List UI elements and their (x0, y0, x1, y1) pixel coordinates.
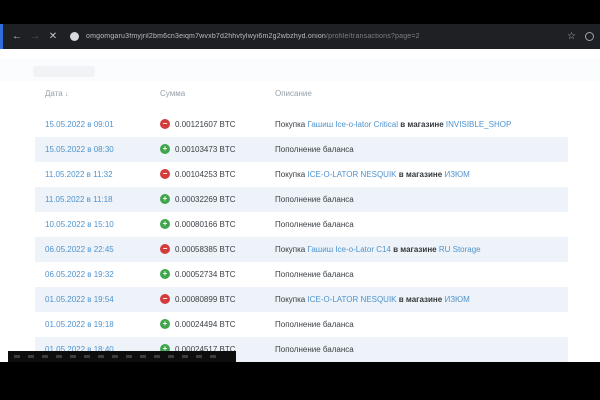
amount-value: 0.00032269 BTC (175, 195, 236, 204)
transaction-amount: + 0.00032269 BTC (160, 194, 236, 204)
date-header-label: Дата (45, 89, 63, 98)
transaction-description: Пополнение баланса (275, 195, 354, 204)
transaction-amount: − 0.00080899 BTC (160, 294, 236, 304)
product-link[interactable]: ICE-O-LATOR NESQUIK (307, 295, 396, 304)
amount-value: 0.00103473 BTC (175, 145, 236, 154)
bookmark-star-icon[interactable]: ☆ (567, 31, 576, 42)
transaction-date-link[interactable]: 01.05.2022 в 19:18 (45, 320, 114, 329)
purchase-label: Покупка (275, 295, 307, 304)
transaction-date-link[interactable]: 11.05.2022 в 11:32 (45, 170, 113, 179)
amount-value: 0.00104253 BTC (175, 170, 236, 179)
back-button[interactable]: ← (8, 24, 26, 49)
table-row: 06.05.2022 в 22:45 − 0.00058385 BTC Поку… (35, 237, 568, 262)
transactions-table-body: 15.05.2022 в 09:01 − 0.00121607 BTC Поку… (35, 112, 568, 362)
amount-value: 0.00024494 BTC (175, 320, 236, 329)
in-store-label: в магазине (397, 170, 445, 179)
product-link[interactable]: ICE-O-LATOR NESQUIK (307, 170, 396, 179)
transaction-description: Покупка Гашиш Ice-o-Lator C14 в магазине… (275, 245, 481, 254)
amount-value: 0.00058385 BTC (175, 245, 236, 254)
recording-overlay-strip (8, 351, 236, 362)
shop-link[interactable]: RU Storage (439, 245, 481, 254)
transaction-description: Пополнение баланса (275, 145, 354, 154)
table-row: 01.05.2022 в 19:54 − 0.00080899 BTC Поку… (35, 287, 568, 312)
transaction-description: Покупка ICE-O-LATOR NESQUIK в магазине И… (275, 295, 470, 304)
site-identity-icon[interactable] (70, 32, 79, 41)
plus-circle-icon: + (160, 144, 170, 154)
transaction-date-link[interactable]: 15.05.2022 в 09:01 (45, 120, 114, 129)
plus-circle-icon: + (160, 319, 170, 329)
url-path: /profile/transactions?page=2 (326, 33, 420, 40)
letterbox-bottom (0, 362, 600, 400)
shop-link[interactable]: ИЗЮМ (444, 295, 469, 304)
transaction-date-link[interactable]: 01.05.2022 в 19:54 (45, 295, 114, 304)
transaction-date-link[interactable]: 11.05.2022 в 11:18 (45, 195, 113, 204)
transaction-date-link[interactable]: 15.05.2022 в 08:30 (45, 145, 114, 154)
table-header-row: Дата ↓ Сумма Описание (35, 89, 568, 109)
transaction-description: Пополнение баланса (275, 345, 354, 354)
minus-circle-icon: − (160, 294, 170, 304)
transaction-description: Пополнение баланса (275, 320, 354, 329)
letterbox-top (0, 0, 600, 24)
transaction-date-link[interactable]: 06.05.2022 в 22:45 (45, 245, 114, 254)
transaction-amount: − 0.00104253 BTC (160, 169, 236, 179)
transaction-date-link[interactable]: 10.05.2022 в 15:10 (45, 220, 114, 229)
transaction-description: Пополнение баланса (275, 220, 354, 229)
transaction-date-link[interactable]: 06.05.2022 в 19:32 (45, 270, 114, 279)
transaction-amount: + 0.00103473 BTC (160, 144, 236, 154)
purchase-label: Покупка (275, 245, 307, 254)
url-host: omgomgaru3fmyjril2bm6cn3eiqm7wvxb7d2hhvt… (86, 33, 326, 40)
browser-toolbar: ← → ✕ omgomgaru3fmyjril2bm6cn3eiqm7wvxb7… (0, 24, 600, 49)
plus-circle-icon: + (160, 269, 170, 279)
product-link[interactable]: Гашиш Ice-o-lator Critical (307, 120, 398, 129)
shop-link[interactable]: ИЗЮМ (444, 170, 469, 179)
plus-circle-icon: + (160, 194, 170, 204)
window-accent-sliver (0, 24, 3, 49)
plus-circle-icon: + (160, 219, 170, 229)
amount-value: 0.00052734 BTC (175, 270, 236, 279)
table-row: 15.05.2022 в 09:01 − 0.00121607 BTC Поку… (35, 112, 568, 137)
transaction-amount: + 0.00024494 BTC (160, 319, 236, 329)
table-row: 15.05.2022 в 08:30 + 0.00103473 BTC Попо… (35, 137, 568, 162)
toolbar-right-icons: ☆ (567, 31, 600, 42)
column-header-amount[interactable]: Сумма (160, 89, 185, 98)
table-row: 10.05.2022 в 15:10 + 0.00080166 BTC Попо… (35, 212, 568, 237)
table-row: 06.05.2022 в 19:32 + 0.00052734 BTC Попо… (35, 262, 568, 287)
stop-button[interactable]: ✕ (44, 24, 62, 49)
forward-button[interactable]: → (26, 24, 44, 49)
purchase-label: Покупка (275, 120, 307, 129)
product-link[interactable]: Гашиш Ice-o-Lator C14 (307, 245, 390, 254)
column-header-date[interactable]: Дата ↓ (45, 89, 68, 98)
minus-circle-icon: − (160, 169, 170, 179)
transaction-description: Покупка Гашиш Ice-o-lator Critical в маг… (275, 120, 511, 129)
transaction-amount: − 0.00121607 BTC (160, 119, 236, 129)
in-store-label: в магазине (397, 295, 445, 304)
address-bar[interactable]: omgomgaru3fmyjril2bm6cn3eiqm7wvxb7d2hhvt… (86, 33, 567, 40)
in-store-label: в магазине (391, 245, 439, 254)
transaction-amount: − 0.00058385 BTC (160, 244, 236, 254)
column-header-description[interactable]: Описание (275, 89, 312, 98)
purchase-label: Покупка (275, 170, 307, 179)
shop-link[interactable]: INVISIBLE_SHOP (446, 120, 511, 129)
transaction-amount: + 0.00080166 BTC (160, 219, 236, 229)
minus-circle-icon: − (160, 119, 170, 129)
in-store-label: в магазине (398, 120, 446, 129)
sort-desc-icon: ↓ (65, 91, 69, 98)
video-frame: ← → ✕ omgomgaru3fmyjril2bm6cn3eiqm7wvxb7… (0, 0, 600, 400)
amount-value: 0.00080166 BTC (175, 220, 236, 229)
table-row: 11.05.2022 в 11:32 − 0.00104253 BTC Поку… (35, 162, 568, 187)
table-row: 01.05.2022 в 19:18 + 0.00024494 BTC Попо… (35, 312, 568, 337)
minus-circle-icon: − (160, 244, 170, 254)
transactions-page: Дата ↓ Сумма Описание 15.05.2022 в 09:01… (0, 49, 600, 362)
amount-value: 0.00121607 BTC (175, 120, 236, 129)
transaction-amount: + 0.00052734 BTC (160, 269, 236, 279)
amount-value: 0.00080899 BTC (175, 295, 236, 304)
transaction-description: Покупка ICE-O-LATOR NESQUIK в магазине И… (275, 170, 470, 179)
profile-icon[interactable] (585, 32, 594, 41)
transaction-description: Пополнение баланса (275, 270, 354, 279)
breadcrumb-pill (33, 66, 95, 77)
table-row: 11.05.2022 в 11:18 + 0.00032269 BTC Попо… (35, 187, 568, 212)
